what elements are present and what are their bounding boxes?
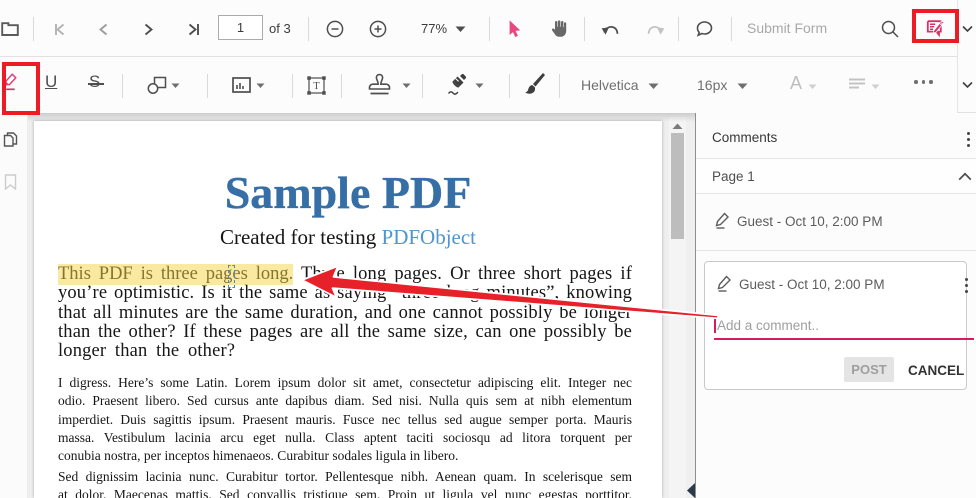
svg-text:T: T (313, 81, 320, 92)
